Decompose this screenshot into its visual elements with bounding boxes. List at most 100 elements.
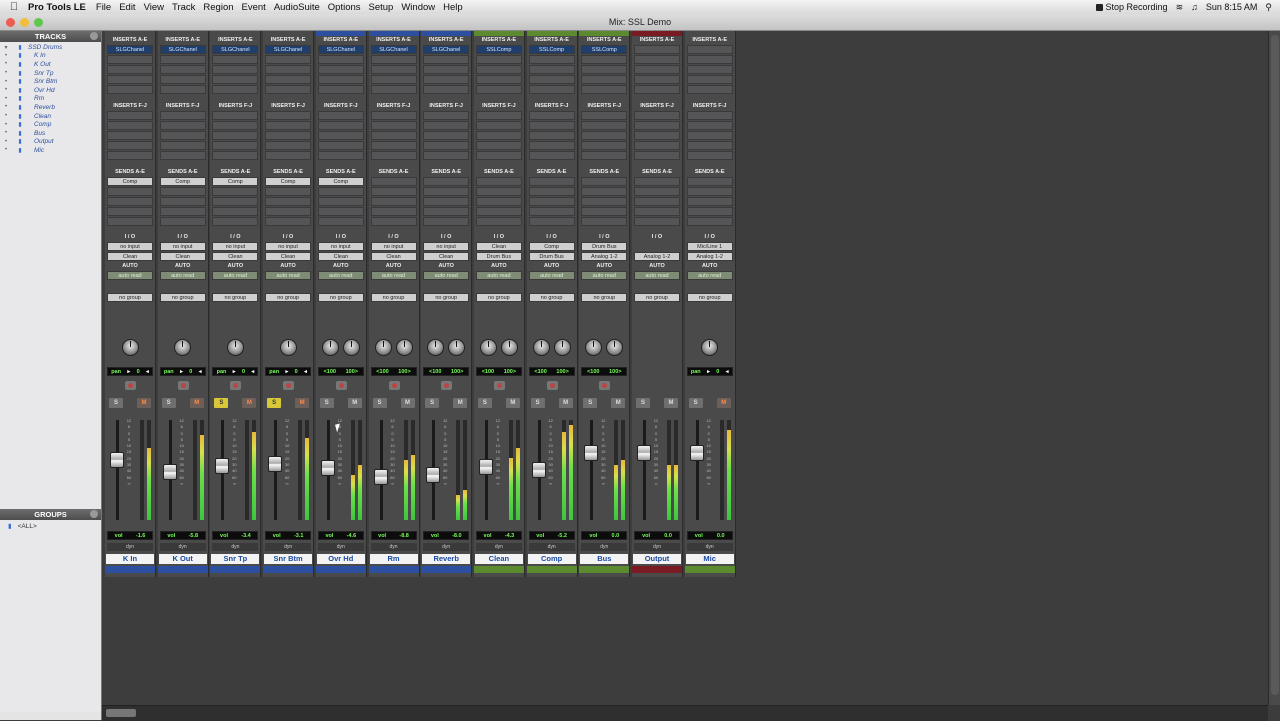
dyn-label[interactable]: dyn — [370, 543, 417, 551]
insert-slot-empty[interactable] — [686, 75, 733, 84]
insert-slot-empty[interactable] — [370, 65, 417, 74]
insert-slot-a[interactable]: SSLComp — [528, 45, 575, 54]
send-slot-a[interactable]: Comp — [212, 177, 259, 186]
dyn-label[interactable]: dyn — [581, 543, 628, 551]
send-slot-empty[interactable] — [317, 187, 364, 196]
insert-slot-empty[interactable] — [265, 85, 312, 94]
insert-slot-empty[interactable] — [159, 75, 206, 84]
group-selector[interactable]: no group — [317, 293, 364, 302]
send-slot-empty[interactable] — [370, 187, 417, 196]
insert-slot-empty[interactable] — [475, 75, 522, 84]
menu-help[interactable]: Help — [443, 2, 463, 13]
insert-slot-empty[interactable] — [317, 141, 364, 150]
insert-slot-empty[interactable] — [370, 75, 417, 84]
scroll-handle[interactable] — [106, 709, 136, 717]
track-show-icon[interactable]: • — [0, 96, 12, 102]
insert-slot-empty[interactable] — [581, 55, 628, 64]
insert-slot-a[interactable] — [686, 45, 733, 54]
insert-slot-empty[interactable] — [686, 141, 733, 150]
pan-knob-left[interactable] — [479, 339, 497, 356]
track-show-icon[interactable]: • — [0, 130, 12, 136]
dyn-label[interactable]: dyn — [317, 543, 364, 551]
send-slot-empty[interactable] — [528, 197, 575, 206]
send-slot-empty[interactable] — [265, 197, 312, 206]
insert-slot-empty[interactable] — [634, 85, 680, 94]
pan-knob[interactable] — [279, 339, 297, 356]
insert-slot-empty[interactable] — [423, 131, 470, 140]
insert-slot-empty[interactable] — [212, 121, 259, 130]
insert-slot-empty[interactable] — [159, 65, 206, 74]
pan-knob[interactable] — [226, 339, 244, 356]
insert-slot-empty[interactable] — [686, 111, 733, 120]
spotlight-icon[interactable]: ⚲ — [1265, 2, 1272, 13]
insert-slot-empty[interactable] — [265, 151, 312, 160]
pan-knob-left[interactable] — [585, 339, 603, 356]
insert-slot-empty[interactable] — [265, 121, 312, 130]
volume-readout[interactable]: vol -3.4 — [212, 531, 259, 540]
insert-slot-empty[interactable] — [634, 65, 680, 74]
send-slot-empty[interactable] — [317, 197, 364, 206]
send-slot-empty[interactable] — [265, 217, 312, 226]
pan-knob[interactable] — [174, 339, 192, 356]
insert-slot-empty[interactable] — [370, 121, 417, 130]
input-selector[interactable]: no input — [370, 242, 417, 251]
pan-readout[interactable]: pan ▸ 0 ◂ — [265, 367, 312, 376]
insert-slot-empty[interactable] — [370, 141, 417, 150]
send-slot-empty[interactable] — [423, 217, 470, 226]
mute-button[interactable]: M — [505, 398, 520, 408]
pan-knob[interactable] — [121, 339, 139, 356]
automation-mode-selector[interactable]: auto read — [159, 271, 206, 280]
group-selector[interactable]: no group — [370, 293, 417, 302]
insert-slot-empty[interactable] — [581, 131, 628, 140]
insert-slot-empty[interactable] — [370, 131, 417, 140]
send-slot-empty[interactable] — [581, 187, 628, 196]
pan-knob-left[interactable] — [532, 339, 550, 356]
volume-fader[interactable] — [110, 451, 124, 468]
send-slot-a[interactable]: Comp — [317, 177, 364, 186]
insert-slot-empty[interactable] — [212, 65, 259, 74]
input-selector[interactable]: no input — [317, 242, 364, 251]
solo-button[interactable]: S — [477, 398, 492, 408]
insert-slot-empty[interactable] — [107, 111, 153, 120]
track-name-button[interactable]: Reverb — [422, 554, 471, 564]
insert-slot-empty[interactable] — [423, 141, 470, 150]
automation-mode-selector[interactable]: auto read — [686, 271, 733, 280]
folder-arrow-icon[interactable]: ▾ — [0, 44, 12, 51]
group-selector[interactable]: no group — [265, 293, 312, 302]
record-enable-button[interactable] — [493, 381, 505, 390]
vertical-scrollbar[interactable] — [1268, 31, 1280, 705]
insert-slot-empty[interactable] — [370, 55, 417, 64]
send-slot-empty[interactable] — [370, 217, 417, 226]
insert-slot-empty[interactable] — [107, 131, 153, 140]
send-slot-empty[interactable] — [634, 197, 680, 206]
track-show-icon[interactable]: • — [0, 113, 12, 119]
dyn-label[interactable]: dyn — [634, 543, 680, 551]
track-list-item[interactable]: • ▮ Rm — [0, 95, 101, 104]
insert-slot-empty[interactable] — [159, 55, 206, 64]
pan-knob[interactable] — [701, 339, 719, 356]
automation-mode-selector[interactable]: auto read — [528, 271, 575, 280]
insert-slot-empty[interactable] — [528, 85, 575, 94]
dyn-label[interactable]: dyn — [107, 543, 153, 551]
send-slot-empty[interactable] — [107, 187, 153, 196]
track-show-icon[interactable]: • — [0, 122, 12, 128]
group-selector[interactable]: no group — [159, 293, 206, 302]
insert-slot-empty[interactable] — [423, 85, 470, 94]
send-slot-a[interactable] — [686, 177, 733, 186]
track-list-item[interactable]: ▾ ▮ SSD Drums — [0, 43, 101, 52]
wifi-icon[interactable]: ≋ — [1176, 2, 1184, 13]
mute-button[interactable]: M — [137, 398, 151, 408]
group-selector[interactable]: no group — [686, 293, 733, 302]
mute-button[interactable]: M — [189, 398, 204, 408]
output-selector[interactable]: Drum Bus — [528, 252, 575, 261]
send-slot-empty[interactable] — [159, 187, 206, 196]
insert-slot-empty[interactable] — [686, 151, 733, 160]
volume-fader[interactable] — [215, 457, 230, 474]
send-slot-empty[interactable] — [107, 197, 153, 206]
output-selector[interactable]: Clean — [265, 252, 312, 261]
input-selector[interactable]: Clean — [475, 242, 522, 251]
insert-slot-empty[interactable] — [475, 65, 522, 74]
send-slot-empty[interactable] — [265, 207, 312, 216]
insert-slot-empty[interactable] — [528, 75, 575, 84]
minimize-window-button[interactable] — [20, 18, 29, 27]
